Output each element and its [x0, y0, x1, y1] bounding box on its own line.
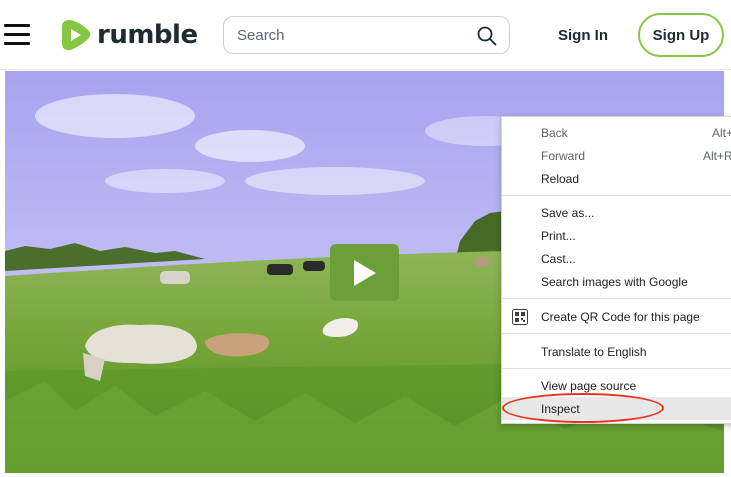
ctx-back[interactable]: Back Alt+ [502, 121, 731, 144]
qr-code-icon [512, 309, 528, 325]
ctx-view-source[interactable]: View page source [502, 374, 731, 397]
ctx-separator [502, 298, 731, 299]
ctx-separator [502, 368, 731, 369]
ctx-search-images[interactable]: Search images with Google [502, 270, 731, 293]
ctx-translate[interactable]: Translate to English [502, 340, 731, 363]
ctx-create-qr-label: Create QR Code for this page [541, 309, 700, 324]
ctx-create-qr[interactable]: Create QR Code for this page [502, 305, 731, 328]
ctx-search-images-label: Search images with Google [541, 274, 688, 289]
rumble-logo-icon [62, 20, 91, 51]
ctx-save-as-label: Save as... [541, 205, 595, 220]
ctx-forward-label: Forward [541, 148, 586, 163]
ctx-inspect[interactable]: Inspect [502, 397, 731, 420]
ctx-translate-label: Translate to English [541, 344, 647, 359]
menu-icon[interactable] [4, 24, 30, 46]
ctx-back-shortcut: Alt+ [712, 125, 731, 140]
ctx-forward-shortcut: Alt+R [703, 148, 731, 163]
search-box [223, 16, 510, 54]
site-header: rumble Sign In Sign Up [0, 0, 731, 70]
ctx-save-as[interactable]: Save as... [502, 201, 731, 224]
search-input[interactable] [237, 17, 467, 53]
sign-in-button[interactable]: Sign In [552, 22, 614, 48]
page: rumble Sign In Sign Up [0, 0, 731, 477]
sign-up-button[interactable]: Sign Up [638, 13, 724, 57]
ctx-cast-label: Cast... [541, 251, 576, 266]
play-button[interactable] [330, 244, 399, 301]
ctx-cast[interactable]: Cast... [502, 247, 731, 270]
ctx-reload[interactable]: Reload [502, 167, 731, 190]
ctx-print-label: Print... [541, 228, 576, 243]
logo-text: rumble [97, 20, 198, 50]
ctx-inspect-label: Inspect [541, 401, 580, 416]
search-icon[interactable] [477, 26, 497, 46]
rumble-logo[interactable]: rumble [61, 17, 198, 53]
ctx-back-label: Back [541, 125, 568, 140]
ctx-print[interactable]: Print... [502, 224, 731, 247]
context-menu: Back Alt+ Forward Alt+R Reload Save as..… [501, 116, 731, 424]
ctx-reload-label: Reload [541, 171, 580, 186]
ctx-forward[interactable]: Forward Alt+R [502, 144, 731, 167]
play-icon [353, 259, 376, 286]
ctx-separator [502, 333, 731, 334]
ctx-separator [502, 195, 731, 196]
ctx-view-source-label: View page source [541, 378, 637, 393]
